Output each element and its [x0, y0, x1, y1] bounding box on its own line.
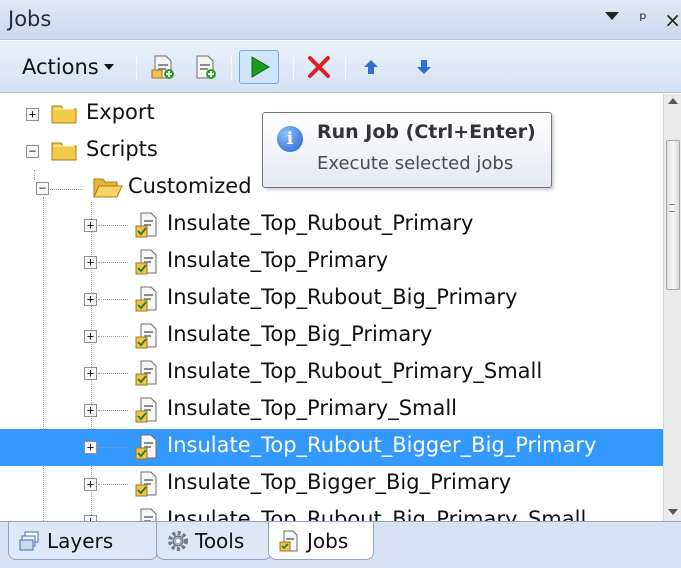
tree-guide-line [98, 373, 128, 374]
job-row[interactable]: + Insulate_Top_Rubout_Bigger_Big_Primary [0, 429, 663, 466]
job-script-icon [135, 323, 157, 349]
expand-icon[interactable]: + [84, 293, 97, 306]
tooltip-description: Execute selected jobs [317, 153, 514, 174]
actions-menu-button[interactable]: Actions [22, 50, 114, 84]
tab-jobs[interactable]: Jobs [268, 522, 374, 560]
expand-icon[interactable]: + [26, 108, 39, 121]
panel-menu-dropdown-icon[interactable] [605, 12, 619, 20]
job-script-icon [140, 508, 157, 521]
jobs-toolbar: Actions [0, 41, 681, 93]
job-script-icon [135, 249, 157, 275]
tree-guide-line [98, 336, 128, 337]
expand-icon[interactable]: + [84, 478, 97, 491]
move-down-icon [417, 60, 431, 74]
job-script-icon [135, 397, 157, 423]
job-row-label: Insulate_Top_Big_Primary [167, 322, 433, 346]
job-row[interactable]: + Insulate_Top_Rubout_Primary [0, 207, 663, 244]
scroll-down-icon[interactable] [668, 509, 678, 515]
panel-tabs: Layers Tools Jobs [0, 521, 681, 568]
tab-label: Tools [195, 528, 245, 553]
job-row-label: Insulate_Top_Rubout_Bigger_Big_Primary [167, 433, 597, 457]
tree-node-label: Scripts [86, 137, 158, 161]
job-row[interactable]: + Insulate_Top_Primary [0, 244, 663, 281]
job-row[interactable]: + Insulate_Top_Rubout_Big_Primary_Small [0, 503, 663, 521]
expand-icon[interactable]: + [84, 219, 97, 232]
folder-icon [51, 142, 77, 161]
job-row-label: Insulate_Top_Bigger_Big_Primary [167, 470, 512, 494]
chevron-down-icon [103, 64, 114, 70]
vertical-scrollbar[interactable] [663, 94, 681, 521]
expand-icon[interactable]: + [84, 367, 97, 380]
panel-title: Jobs [8, 7, 52, 31]
move-up-icon [364, 60, 378, 74]
job-row[interactable]: + Insulate_Top_Rubout_Primary_Small [0, 355, 663, 392]
tree-guide-line [98, 410, 128, 411]
toolbar-separator [231, 54, 232, 81]
job-script-icon [135, 286, 157, 312]
new-job-button[interactable] [186, 50, 224, 84]
tree-guide-line [98, 484, 128, 485]
add-job-icon [151, 55, 174, 79]
job-row-label: Insulate_Top_Primary [167, 248, 389, 272]
job-script-icon [135, 434, 157, 460]
actions-label: Actions [22, 55, 99, 79]
expand-icon[interactable]: + [84, 441, 97, 454]
tree-guide-line [98, 225, 128, 226]
job-row-label: Insulate_Top_Primary_Small [167, 396, 458, 420]
job-row-label: Insulate_Top_Rubout_Primary_Small [167, 359, 543, 383]
tree-guide-line [98, 299, 128, 300]
job-script-icon [135, 212, 157, 238]
toolbar-separator [136, 54, 137, 81]
delete-icon [308, 56, 330, 78]
tree-guide-line [98, 262, 128, 263]
info-icon: i [277, 126, 303, 152]
panel-titlebar: Jobs ᵖ × [0, 0, 681, 40]
job-row[interactable]: + Insulate_Top_Big_Primary [0, 318, 663, 355]
move-up-button[interactable] [356, 50, 386, 84]
job-row[interactable]: + Insulate_Top_Bigger_Big_Primary [0, 466, 663, 503]
collapse-icon[interactable]: − [36, 182, 49, 195]
gear-icon [168, 530, 188, 551]
open-folder-icon [93, 178, 123, 198]
tree-node-label: Export [86, 100, 155, 124]
expand-icon[interactable]: + [84, 404, 97, 417]
run-job-button[interactable] [239, 50, 279, 84]
add-job-button[interactable] [144, 50, 182, 84]
job-row-label: Insulate_Top_Rubout_Big_Primary [167, 285, 518, 309]
folder-icon [51, 105, 77, 124]
scrollbar-thumb[interactable] [666, 140, 680, 290]
toolbar-separator [345, 54, 346, 81]
pin-icon[interactable]: ᵖ [639, 9, 647, 30]
tab-label: Layers [47, 528, 114, 553]
close-icon[interactable]: × [664, 8, 681, 32]
delete-job-button[interactable] [300, 50, 338, 84]
job-script-icon [135, 360, 157, 386]
move-down-button[interactable] [409, 50, 439, 84]
jobs-icon [279, 530, 298, 551]
new-job-icon [196, 55, 216, 79]
tab-layers[interactable]: Layers [8, 522, 158, 560]
run-job-tooltip: i Run Job (Ctrl+Enter) Execute selected … [262, 112, 552, 188]
job-row[interactable]: + Insulate_Top_Rubout_Big_Primary [0, 281, 663, 318]
tooltip-title: Run Job (Ctrl+Enter) [317, 121, 536, 143]
job-row-label: Insulate_Top_Rubout_Primary [167, 211, 474, 235]
tree-node-label: Customized [128, 174, 252, 198]
collapse-icon[interactable]: − [26, 145, 39, 158]
scroll-up-icon[interactable] [668, 98, 678, 104]
toolbar-separator [293, 54, 294, 81]
run-icon [251, 56, 270, 78]
tab-tools[interactable]: Tools [156, 522, 272, 560]
expand-icon[interactable]: + [84, 256, 97, 269]
tree-guide-line [98, 447, 128, 448]
job-row[interactable]: + Insulate_Top_Primary_Small [0, 392, 663, 429]
layers-icon [19, 531, 39, 550]
tab-label: Jobs [307, 528, 349, 553]
job-script-icon [135, 471, 157, 497]
job-row-label: Insulate_Top_Rubout_Big_Primary_Small [167, 507, 587, 521]
scrollbar-grip-icon [669, 204, 675, 212]
expand-icon[interactable]: + [84, 330, 97, 343]
